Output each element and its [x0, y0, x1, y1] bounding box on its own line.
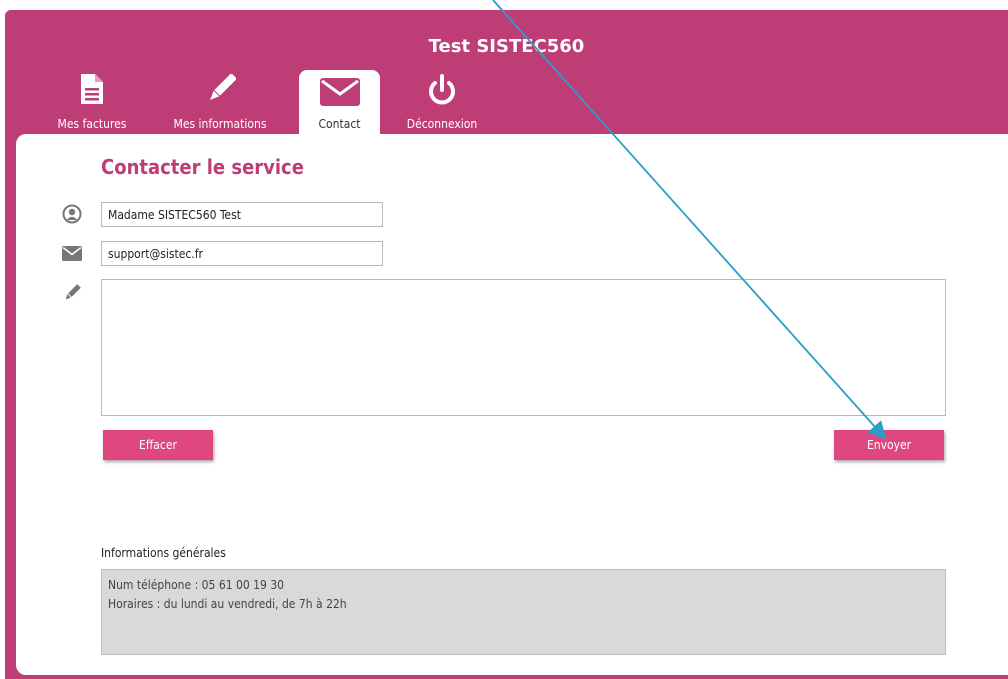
info-box: Num téléphone : 05 61 00 19 30 Horaires … [101, 569, 946, 655]
info-section-label: Informations générales [101, 546, 226, 560]
name-field-value: Madame SISTEC560 Test [108, 207, 241, 222]
page-title: Contacter le service [101, 155, 304, 179]
pencil-icon [65, 284, 81, 300]
user-icon [62, 204, 82, 224]
pencil-icon [210, 74, 236, 100]
phone-info: Num téléphone : 05 61 00 19 30 [108, 578, 285, 592]
hours-info: Horaires : du lundi au vendredi, de 7h à… [108, 597, 347, 611]
tab-label: Mes factures [57, 117, 127, 131]
clear-button[interactable]: Effacer [103, 430, 213, 460]
document-icon [81, 74, 103, 104]
tab-deconnexion[interactable]: Déconnexion [392, 70, 492, 134]
envelope-icon [62, 246, 82, 261]
tab-contact[interactable]: Contact [299, 70, 380, 134]
tab-mes-factures[interactable]: Mes factures [44, 70, 140, 134]
email-field[interactable]: support@sistec.fr [101, 241, 383, 266]
tab-label: Contact [318, 117, 361, 131]
app-title: Test SISTEC560 [428, 36, 585, 57]
tab-label: Déconnexion [406, 117, 478, 131]
name-field[interactable]: Madame SISTEC560 Test [101, 202, 383, 227]
tab-label: Mes informations [173, 117, 267, 131]
tab-mes-informations[interactable]: Mes informations [155, 70, 285, 134]
email-field-value: support@sistec.fr [108, 246, 203, 261]
envelope-icon [319, 78, 360, 106]
send-button[interactable]: Envoyer [834, 430, 944, 460]
message-textarea[interactable] [101, 279, 946, 416]
power-icon [429, 74, 455, 105]
